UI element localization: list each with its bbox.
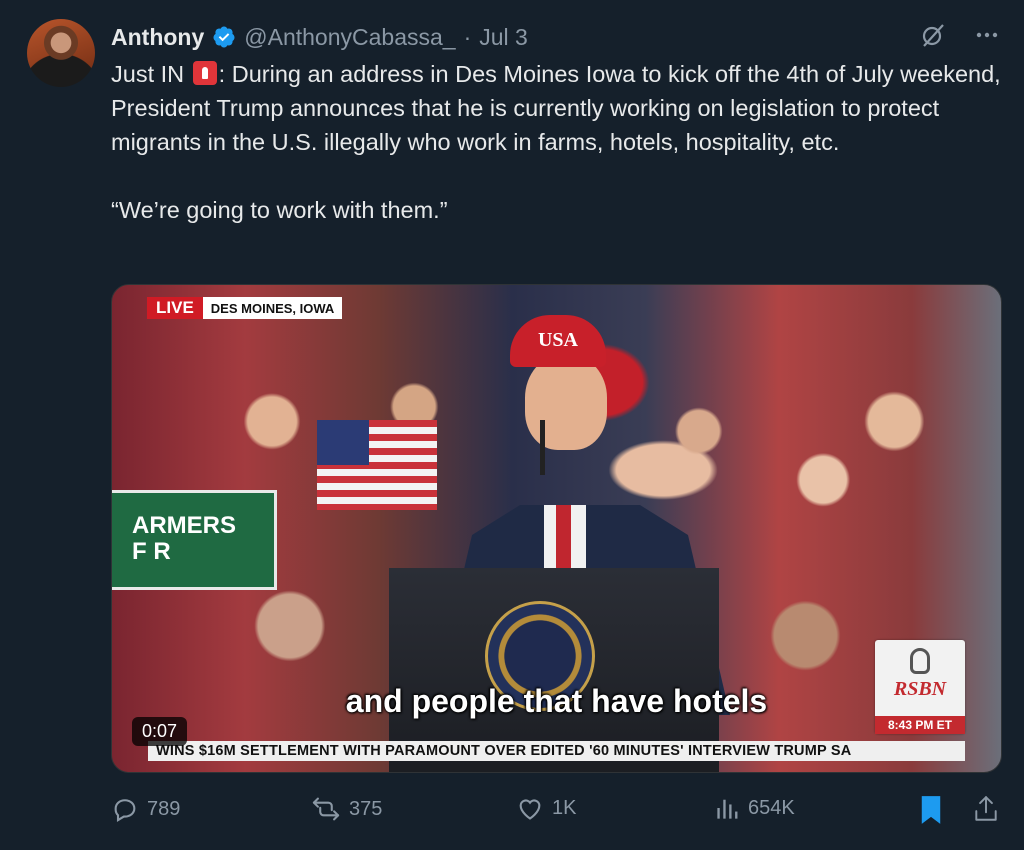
like-count: 1K [552, 796, 577, 819]
tweet-text: Just IN : During an address in Des Moine… [111, 57, 1006, 227]
header-actions [920, 22, 1000, 48]
news-ticker: WINS $16M SETTLEMENT WITH PARAMOUNT OVER… [148, 741, 965, 761]
tweet-quote: “We’re going to work with them.” [111, 197, 448, 223]
network-name: RSBN [893, 678, 947, 700]
bookmark-icon [919, 795, 943, 825]
bookmark-button[interactable] [919, 795, 943, 825]
verified-badge-icon [212, 25, 236, 49]
video-player[interactable]: ARMERS F R USA LIVE DES MOINES, IOWA and… [111, 284, 1002, 773]
repost-button[interactable]: 375 [311, 795, 382, 823]
views-button[interactable]: 654K [716, 795, 795, 821]
grok-icon[interactable] [920, 22, 946, 48]
siren-emoji-icon [192, 61, 217, 85]
tweet-date[interactable]: Jul 3 [479, 24, 528, 51]
tweet: Anthony @AnthonyCabassa_ · Jul 3 Just IN… [0, 0, 1024, 850]
heart-icon [516, 795, 544, 821]
author-name[interactable]: Anthony [111, 24, 204, 51]
share-icon [973, 795, 999, 823]
live-location: DES MOINES, IOWA [202, 297, 343, 319]
reply-count: 789 [147, 797, 181, 820]
repost-count: 375 [349, 797, 383, 820]
reply-button[interactable]: 789 [111, 795, 180, 823]
network-logo: RSBN 8:43 PM ET [875, 640, 965, 734]
more-options-icon[interactable] [974, 22, 1000, 48]
tweet-text-body: : During an address in Des Moines Iowa t… [111, 61, 1008, 155]
views-icon [716, 795, 740, 821]
share-button[interactable] [973, 795, 999, 823]
repost-icon [311, 795, 341, 823]
tweet-text-intro: Just IN [111, 61, 191, 87]
farmers-sign: ARMERS F R [112, 490, 277, 590]
broadcast-time: 8:43 PM ET [875, 716, 965, 734]
live-badge: LIVE DES MOINES, IOWA [147, 297, 343, 319]
author-handle[interactable]: @AnthonyCabassa_ [244, 24, 455, 51]
video-duration: 0:07 [132, 717, 188, 746]
tweet-header: Anthony @AnthonyCabassa_ · Jul 3 [111, 20, 528, 54]
reply-icon [111, 795, 139, 823]
speaker-head [525, 355, 607, 450]
microphone [540, 420, 545, 475]
like-button[interactable]: 1K [516, 795, 576, 821]
live-label: LIVE [147, 297, 203, 319]
video-caption: and people that have hotels [345, 683, 768, 719]
action-bar: 789 375 1K 654K [111, 795, 1001, 827]
separator-dot: · [463, 23, 472, 50]
avatar[interactable] [27, 19, 95, 87]
views-count: 654K [748, 796, 795, 819]
american-flag [317, 420, 437, 510]
microphone-icon [910, 648, 930, 674]
